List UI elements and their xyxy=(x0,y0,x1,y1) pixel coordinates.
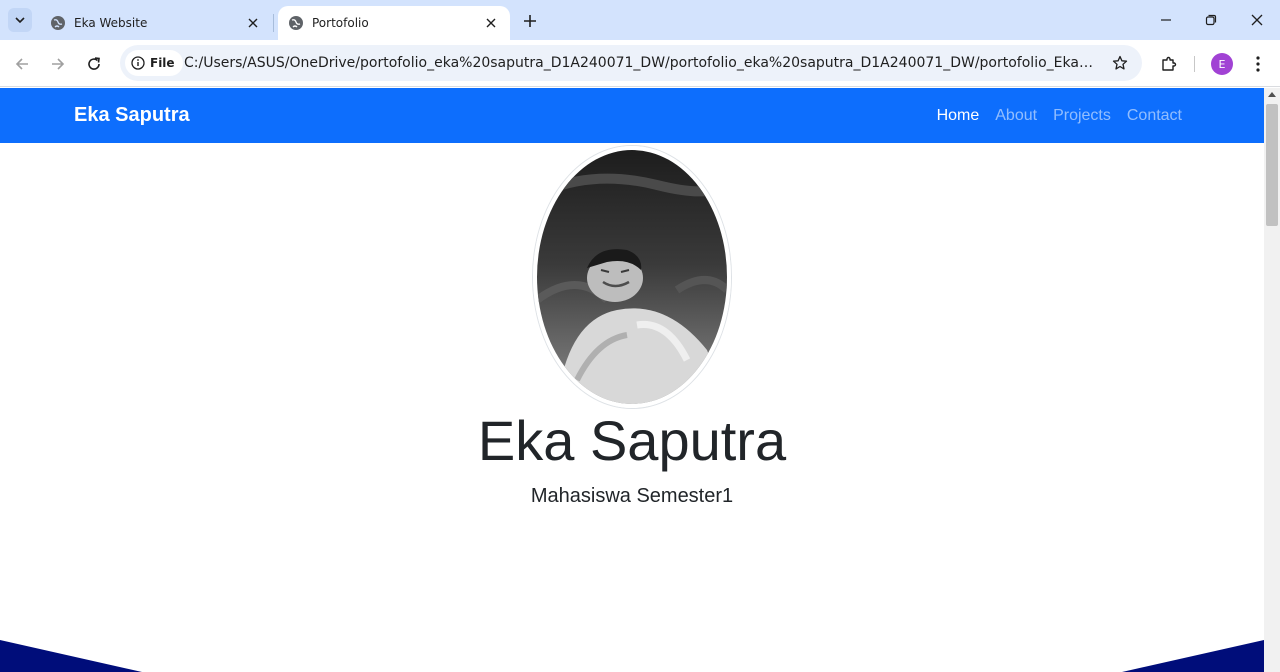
arrow-right-icon xyxy=(52,58,65,70)
profile-avatar[interactable]: E xyxy=(1211,53,1233,75)
page-scrollbar[interactable] xyxy=(1264,88,1280,672)
nav-link-home[interactable]: Home xyxy=(937,107,980,125)
site-info-chip[interactable]: File xyxy=(125,50,183,76)
browser-tab-strip: Eka Website Portofolio xyxy=(0,0,1280,40)
url-text[interactable]: C:/Users/ASUS/OneDrive/portofolio_eka%20… xyxy=(184,45,1096,81)
new-tab-button[interactable] xyxy=(518,9,542,33)
scroll-thumb[interactable] xyxy=(1266,104,1278,226)
puzzle-icon xyxy=(1162,56,1177,71)
restore-icon xyxy=(1205,14,1217,26)
arrow-left-icon xyxy=(15,58,28,70)
site-navbar: Eka Saputra Home About Projects Contact xyxy=(0,88,1264,143)
scroll-up-arrow-icon[interactable] xyxy=(1268,92,1276,97)
hero-subtitle: Mahasiswa Semester1 xyxy=(530,485,734,507)
nav-link-contact[interactable]: Contact xyxy=(1127,107,1182,125)
restore-button[interactable] xyxy=(1188,0,1234,40)
close-icon[interactable] xyxy=(244,14,262,32)
star-icon xyxy=(1112,55,1128,70)
close-icon[interactable] xyxy=(482,14,500,32)
site-brand[interactable]: Eka Saputra xyxy=(74,88,190,143)
bookmark-star-button[interactable] xyxy=(1110,53,1130,73)
browser-menu-button[interactable] xyxy=(1248,52,1268,76)
tab-search-button[interactable] xyxy=(8,8,32,32)
tab-eka-website[interactable]: Eka Website xyxy=(40,6,272,40)
close-window-button[interactable] xyxy=(1234,0,1280,40)
nav-links: Home About Projects Contact xyxy=(937,88,1182,143)
tab-divider xyxy=(273,14,274,32)
browser-toolbar: File C:/Users/ASUS/OneDrive/portofolio_e… xyxy=(0,40,1280,87)
page-viewport: Eka Saputra Home About Projects Contact xyxy=(0,88,1264,672)
minimize-button[interactable] xyxy=(1143,0,1189,40)
forward-button[interactable] xyxy=(44,50,72,78)
reload-icon xyxy=(88,57,100,70)
info-icon xyxy=(131,56,145,70)
extensions-button[interactable] xyxy=(1157,52,1181,76)
tab-title: Eka Website xyxy=(74,16,148,30)
globe-icon xyxy=(51,16,65,30)
nav-link-about[interactable]: About xyxy=(995,107,1037,125)
back-button[interactable] xyxy=(8,50,36,78)
reload-button[interactable] xyxy=(80,50,108,78)
toolbar-divider xyxy=(1194,56,1195,72)
address-bar[interactable]: File C:/Users/ASUS/OneDrive/portofolio_e… xyxy=(120,45,1142,81)
section-divider-wave xyxy=(0,640,1264,672)
hero-name: Eka Saputra xyxy=(477,409,787,472)
chevron-down-icon xyxy=(15,17,25,24)
tab-portofolio[interactable]: Portofolio xyxy=(278,6,510,40)
profile-photo xyxy=(533,146,731,408)
tab-title: Portofolio xyxy=(312,16,369,30)
nav-link-projects[interactable]: Projects xyxy=(1053,107,1111,125)
plus-icon xyxy=(524,15,536,27)
minimize-icon xyxy=(1161,19,1171,21)
globe-icon xyxy=(289,16,303,30)
file-label: File xyxy=(150,56,175,70)
more-vertical-icon xyxy=(1256,56,1260,72)
close-icon xyxy=(1251,14,1263,26)
